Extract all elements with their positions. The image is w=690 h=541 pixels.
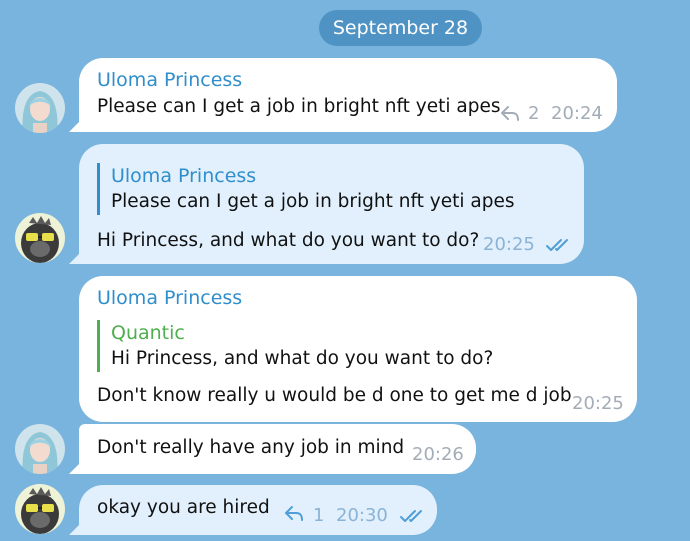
sender-name[interactable]: Uloma Princess [97,287,242,309]
message-bubble-outgoing[interactable]: okay you are hired 1 20:30 [79,485,437,535]
quoted-sender: Quantic [111,322,185,344]
quoted-text: Please can I get a job in bright nft yet… [111,191,515,212]
replies-count[interactable]: 2 [528,103,539,124]
double-check-icon [546,239,568,251]
message-time: 20:26 [412,444,464,465]
message-text: okay you are hired [97,497,270,518]
quoted-reply[interactable]: Uloma Princess Please can I get a job in… [97,163,515,215]
message-bubble[interactable]: Don't really have any job in mind 20:26 [79,424,476,474]
message-text: Don't really have any job in mind [97,437,405,458]
double-check-icon [400,510,422,522]
message-time: 20:24 [551,103,603,124]
message-time: 20:25 [483,234,535,255]
message-text: Hi Princess, and what do you want to do? [97,230,480,251]
reply-arrow-icon[interactable] [284,505,304,522]
avatar-quantic[interactable] [15,484,65,534]
replies-count[interactable]: 1 [313,505,324,526]
message-text: Don't know really u would be d one to ge… [97,385,572,406]
message-time: 20:25 [572,393,624,414]
date-separator: September 28 [319,10,482,46]
quoted-reply[interactable]: Quantic Hi Princess, and what do you wan… [97,320,493,372]
message-bubble-outgoing[interactable]: Uloma Princess Please can I get a job in… [79,144,584,264]
message-bubble[interactable]: Uloma Princess Quantic Hi Princess, and … [79,276,637,422]
avatar-uloma-princess[interactable] [15,424,65,474]
quoted-sender: Uloma Princess [111,165,257,187]
sender-name[interactable]: Uloma Princess [97,69,242,91]
message-bubble[interactable]: Uloma Princess Please can I get a job in… [79,58,617,132]
reply-arrow-icon[interactable] [500,105,520,122]
avatar-quantic[interactable] [15,213,65,263]
message-text: Please can I get a job in bright nft yet… [97,96,501,117]
avatar-uloma-princess[interactable] [15,83,65,133]
message-time: 20:30 [336,505,388,526]
quoted-text: Hi Princess, and what do you want to do? [111,348,494,369]
